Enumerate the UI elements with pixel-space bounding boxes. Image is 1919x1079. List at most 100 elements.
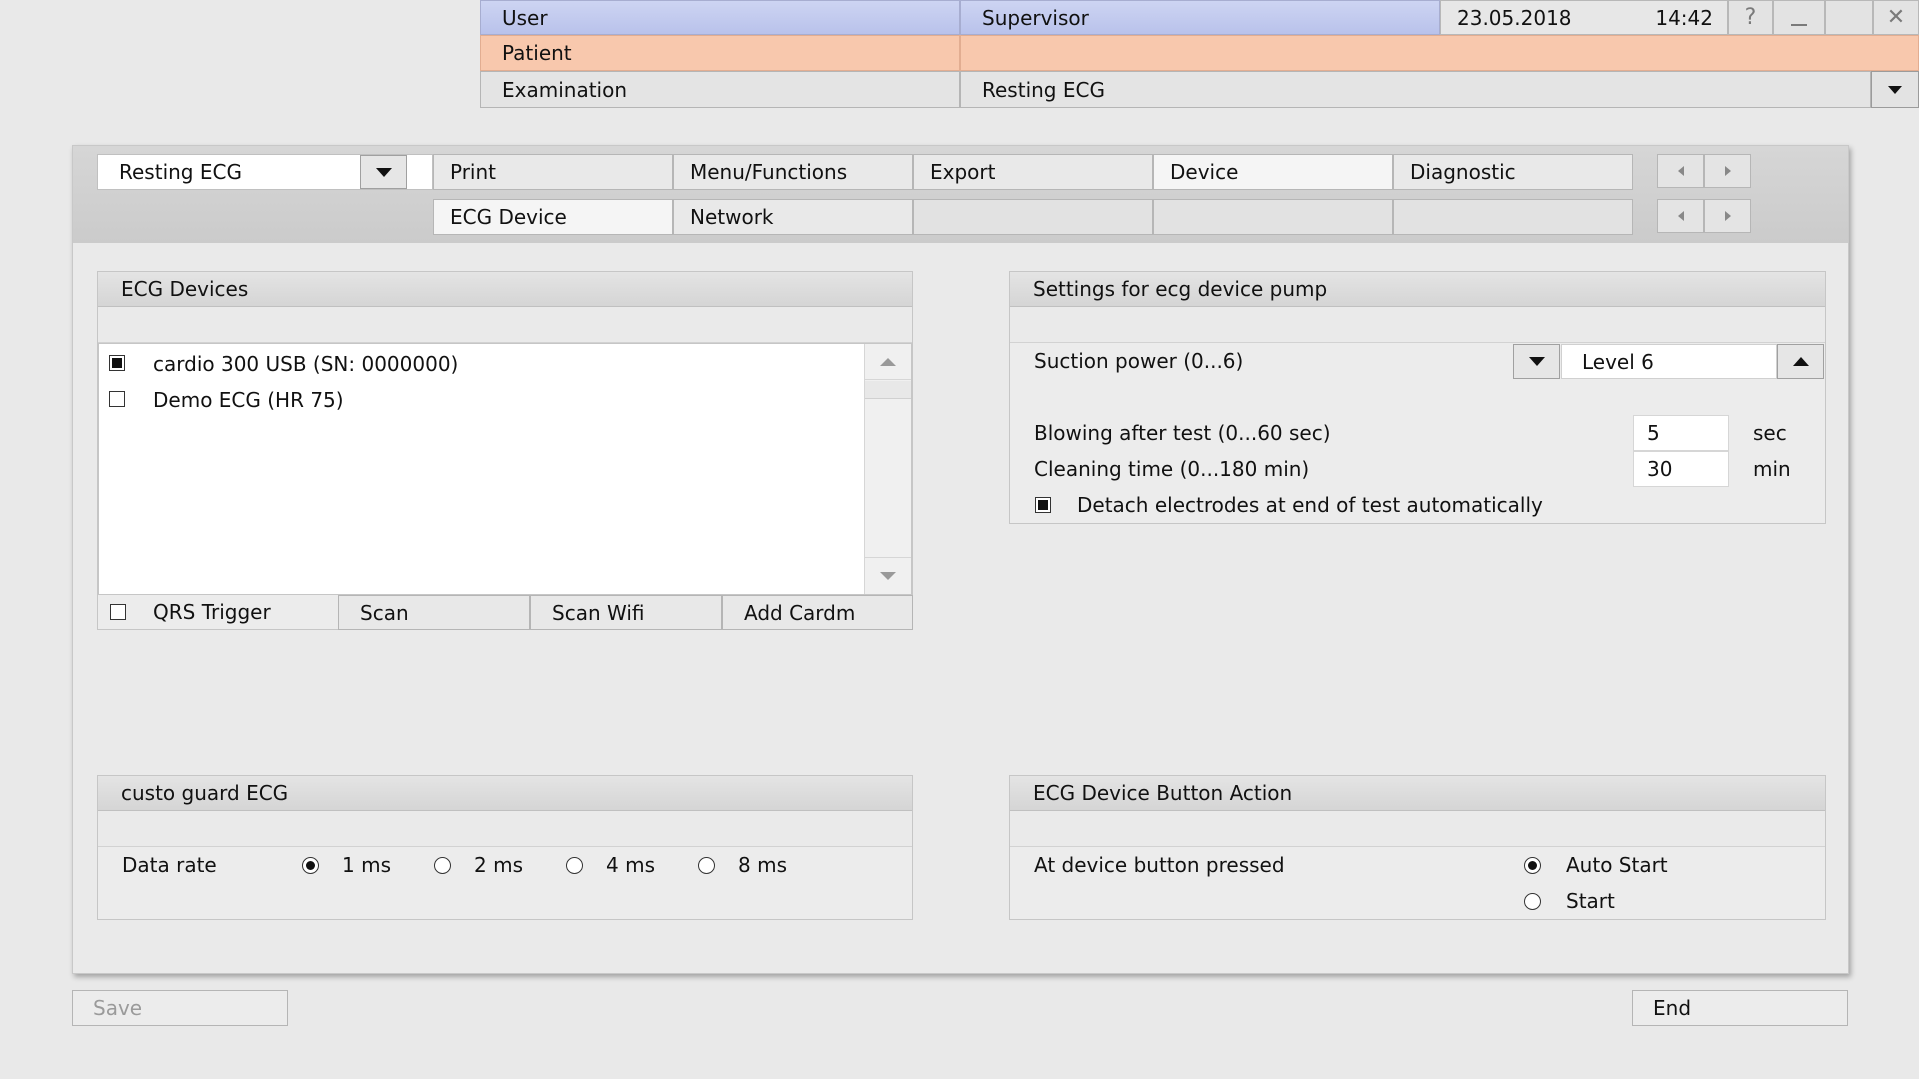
patient-value[interactable] bbox=[960, 35, 1919, 71]
save-button[interactable]: Save bbox=[72, 990, 288, 1026]
add-cardm-button[interactable]: Add Cardm bbox=[722, 595, 913, 630]
chevron-left-icon bbox=[1677, 211, 1684, 221]
group-subheader bbox=[1010, 307, 1825, 343]
data-rate-label: Data rate bbox=[122, 853, 217, 877]
close-icon: ✕ bbox=[1886, 5, 1906, 30]
data-rate-option-8ms[interactable]: 8 ms bbox=[698, 847, 818, 883]
scroll-down-button[interactable] bbox=[865, 557, 911, 593]
examination-label: Examination bbox=[480, 71, 960, 108]
radio-label: 4 ms bbox=[606, 853, 655, 877]
chevron-down-icon bbox=[375, 167, 392, 177]
detach-label: Detach electrodes at end of test automat… bbox=[1077, 493, 1543, 517]
tabs-prev-button[interactable] bbox=[1657, 154, 1704, 188]
suction-decrease-button[interactable] bbox=[1513, 344, 1560, 379]
list-item[interactable]: Demo ECG (HR 75) bbox=[99, 382, 859, 418]
cleaning-input[interactable]: 30 bbox=[1633, 451, 1729, 487]
patient-label: Patient bbox=[480, 35, 960, 71]
subtabs-prev-button[interactable] bbox=[1657, 199, 1704, 233]
custo-guard-group: custo guard ECG Data rate 1 ms 2 ms 4 ms… bbox=[97, 775, 913, 920]
subtab-empty bbox=[1393, 199, 1633, 235]
group-title: ECG Device Button Action bbox=[1010, 776, 1825, 811]
device-label: Demo ECG (HR 75) bbox=[153, 388, 344, 412]
tab-export[interactable]: Export bbox=[913, 154, 1153, 190]
subtab-empty bbox=[1153, 199, 1393, 235]
chevron-down-icon bbox=[1888, 85, 1902, 94]
minimize-icon bbox=[1791, 24, 1807, 26]
radio-button[interactable] bbox=[1524, 893, 1541, 910]
button-action-option-start[interactable]: Start bbox=[1524, 883, 1744, 919]
tab-diagnostic[interactable]: Diagnostic bbox=[1393, 154, 1633, 190]
button-action-group: ECG Device Button Action At device butto… bbox=[1009, 775, 1826, 920]
examination-dropdown-button[interactable] bbox=[1871, 71, 1919, 108]
qrs-trigger-option[interactable]: QRS Trigger bbox=[98, 595, 338, 629]
minimize-button[interactable] bbox=[1773, 0, 1825, 35]
scan-button[interactable]: Scan bbox=[338, 595, 530, 630]
device-checkbox[interactable] bbox=[109, 355, 125, 371]
detach-option[interactable]: Detach electrodes at end of test automat… bbox=[1010, 487, 1710, 523]
scroll-up-button[interactable] bbox=[865, 344, 911, 380]
help-icon: ? bbox=[1744, 5, 1757, 30]
suction-power-label: Suction power (0...6) bbox=[1034, 349, 1244, 373]
radio-label: Auto Start bbox=[1566, 853, 1668, 877]
radio-button[interactable] bbox=[698, 857, 715, 874]
radio-button[interactable] bbox=[1524, 857, 1541, 874]
group-subheader bbox=[98, 307, 912, 343]
data-rate-option-1ms[interactable]: 1 ms bbox=[302, 847, 422, 883]
spacer-button bbox=[1825, 0, 1873, 35]
radio-label: 1 ms bbox=[342, 853, 391, 877]
main-panel: Resting ECG Print Menu/Functions Export … bbox=[72, 145, 1849, 974]
user-value[interactable]: Supervisor bbox=[960, 0, 1440, 35]
data-rate-option-4ms[interactable]: 4 ms bbox=[566, 847, 686, 883]
subtabs-next-button[interactable] bbox=[1704, 199, 1751, 233]
scan-wifi-button[interactable]: Scan Wifi bbox=[530, 595, 722, 630]
detach-checkbox[interactable] bbox=[1035, 497, 1051, 513]
group-subheader bbox=[1010, 811, 1825, 847]
cleaning-label: Cleaning time (0...180 min) bbox=[1034, 457, 1310, 481]
ecg-devices-list: cardio 300 USB (SN: 0000000) Demo ECG (H… bbox=[98, 343, 912, 595]
qrs-trigger-label: QRS Trigger bbox=[153, 600, 271, 624]
ecg-devices-group: ECG Devices cardio 300 USB (SN: 0000000)… bbox=[97, 271, 913, 630]
radio-button[interactable] bbox=[566, 857, 583, 874]
blowing-input[interactable]: 5 bbox=[1633, 415, 1729, 451]
module-dropdown-button[interactable] bbox=[360, 155, 407, 189]
help-button[interactable]: ? bbox=[1728, 0, 1773, 35]
tab-print[interactable]: Print bbox=[433, 154, 673, 190]
time-text: 14:42 bbox=[1655, 5, 1713, 30]
date-time-display: 23.05.2018 14:42 bbox=[1440, 0, 1728, 35]
subtab-ecg-device[interactable]: ECG Device bbox=[433, 199, 673, 235]
radio-button[interactable] bbox=[434, 857, 451, 874]
chevron-down-icon bbox=[1528, 357, 1545, 366]
button-action-label: At device button pressed bbox=[1034, 853, 1285, 877]
blowing-label: Blowing after test (0...60 sec) bbox=[1034, 421, 1331, 445]
user-label: User bbox=[480, 0, 960, 35]
button-action-option-auto-start[interactable]: Auto Start bbox=[1524, 847, 1744, 883]
chevron-right-icon bbox=[1724, 166, 1731, 176]
chevron-left-icon bbox=[1677, 166, 1684, 176]
subtab-network[interactable]: Network bbox=[673, 199, 913, 235]
data-rate-option-2ms[interactable]: 2 ms bbox=[434, 847, 554, 883]
examination-select[interactable]: Resting ECG bbox=[960, 71, 1871, 108]
qrs-trigger-checkbox[interactable] bbox=[110, 604, 126, 620]
group-title: Settings for ecg device pump bbox=[1010, 272, 1825, 307]
list-item[interactable]: cardio 300 USB (SN: 0000000) bbox=[99, 346, 859, 382]
radio-label: 2 ms bbox=[474, 853, 523, 877]
radio-label: Start bbox=[1566, 889, 1615, 913]
close-button[interactable]: ✕ bbox=[1873, 0, 1919, 35]
pump-settings-group: Settings for ecg device pump Suction pow… bbox=[1009, 271, 1826, 524]
suction-power-value[interactable]: Level 6 bbox=[1561, 344, 1777, 379]
tabs-next-button[interactable] bbox=[1704, 154, 1751, 188]
scrollbar[interactable] bbox=[864, 344, 911, 594]
subtab-empty bbox=[913, 199, 1153, 235]
device-label: cardio 300 USB (SN: 0000000) bbox=[153, 352, 459, 376]
radio-label: 8 ms bbox=[738, 853, 787, 877]
radio-button[interactable] bbox=[302, 857, 319, 874]
chevron-up-icon bbox=[1792, 357, 1809, 366]
suction-increase-button[interactable] bbox=[1777, 344, 1824, 379]
group-subheader bbox=[98, 811, 912, 847]
device-checkbox[interactable] bbox=[109, 391, 125, 407]
scroll-thumb[interactable] bbox=[865, 381, 911, 399]
scroll-up-icon bbox=[880, 357, 896, 366]
end-button[interactable]: End bbox=[1632, 990, 1848, 1026]
tab-menu-functions[interactable]: Menu/Functions bbox=[673, 154, 913, 190]
tab-device[interactable]: Device bbox=[1153, 154, 1393, 190]
